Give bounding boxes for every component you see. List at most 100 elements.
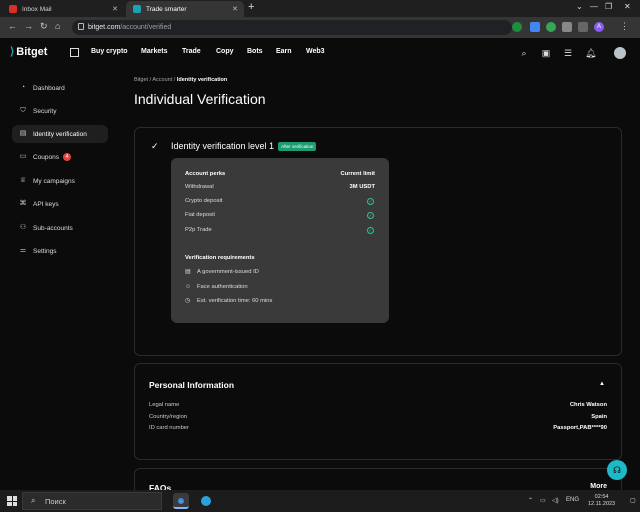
reload-icon[interactable]: ↻ xyxy=(40,21,48,32)
sidebar-item-label: Dashboard xyxy=(33,84,65,92)
language-indicator[interactable]: ENG xyxy=(566,497,579,503)
nav-trade[interactable]: Trade xyxy=(182,48,201,55)
orders-icon[interactable]: ☰ xyxy=(563,48,573,58)
sidebar-item-my-campaigns[interactable]: ♕ My campaigns xyxy=(12,172,108,190)
breadcrumb: Bitget / Account / Identity verification xyxy=(134,77,227,83)
id-number-value: Passport,PAB****90 xyxy=(553,425,607,431)
perk-withdrawal-label: Withdrawal xyxy=(185,184,214,190)
gmail-icon xyxy=(9,5,17,13)
close-window-button[interactable]: ✕ xyxy=(624,2,631,11)
grid-icon[interactable] xyxy=(70,48,79,57)
breadcrumb-separator: / xyxy=(173,77,176,83)
avatar[interactable] xyxy=(614,47,626,59)
person-icon: ☺ xyxy=(185,284,191,290)
address-bar-row: ← → ↻ ⌂ bitget.com/account/verified A ⋮ xyxy=(0,17,640,38)
profile-avatar[interactable]: A xyxy=(594,22,604,32)
sidebar-item-dashboard[interactable]: ◔ Dashboard xyxy=(12,79,108,97)
wallet-icon[interactable]: ▣ xyxy=(541,48,551,58)
sidebar-item-label: Security xyxy=(33,107,57,115)
support-chat-icon[interactable]: ☊ xyxy=(607,460,627,480)
level-title-text: Identity verification level 1 xyxy=(171,141,275,151)
sidebar-item-security[interactable]: ⛉ Security xyxy=(12,102,108,120)
volume-icon[interactable]: ◁) xyxy=(552,497,559,504)
check-circle-icon: ✓ xyxy=(367,212,374,219)
check-circle-icon: ✓ xyxy=(367,198,374,205)
nav-markets[interactable]: Markets xyxy=(141,48,167,55)
sidebar-item-label: My campaigns xyxy=(33,177,75,185)
country-value: Spain xyxy=(591,414,607,420)
close-icon[interactable]: ✕ xyxy=(112,5,118,13)
tab-inbox-mail[interactable]: Inbox Mail ✕ xyxy=(2,1,124,17)
breadcrumb-bitget[interactable]: Bitget xyxy=(134,77,148,83)
page-title: Individual Verification xyxy=(134,91,266,107)
bitget-favicon-icon xyxy=(133,5,141,13)
search-icon[interactable]: ⌕ xyxy=(519,48,529,58)
breadcrumb-current: Identity verification xyxy=(176,77,228,83)
clock[interactable]: 02:54 12.11.2023 xyxy=(588,494,615,508)
extension-icon[interactable] xyxy=(512,22,522,32)
close-icon[interactable]: ✕ xyxy=(232,5,238,13)
sidebar-item-identity-verification[interactable]: ▤ Identity verification xyxy=(12,125,108,143)
chrome-taskbar-icon[interactable] xyxy=(173,493,189,509)
lock-icon xyxy=(78,23,84,30)
extension-icon[interactable] xyxy=(546,22,556,32)
new-tab-button[interactable]: + xyxy=(248,1,254,13)
url-field[interactable]: bitget.com/account/verified xyxy=(72,20,512,35)
telegram-logo-icon xyxy=(201,496,211,506)
tab-title: Inbox Mail xyxy=(22,5,52,13)
coupons-count-badge: 4 xyxy=(63,153,72,161)
minimize-button[interactable]: — xyxy=(590,2,598,11)
nav-copy[interactable]: Copy xyxy=(216,48,234,55)
chevron-up-icon[interactable]: ⌃ xyxy=(528,497,533,504)
sidebar-item-api-keys[interactable]: ⌘ API keys xyxy=(12,195,108,213)
sidebar-item-label: Settings xyxy=(33,247,57,255)
restore-button[interactable]: ❐ xyxy=(605,2,612,11)
bitget-logo[interactable]: ⟩ Bitget xyxy=(10,45,48,59)
tab-title: Trade smarter xyxy=(146,5,187,13)
breadcrumb-separator: / xyxy=(149,77,152,83)
notification-icon[interactable]: ▢ xyxy=(630,497,636,504)
url-domain: bitget.com xyxy=(88,24,121,31)
back-icon[interactable]: ← xyxy=(8,21,17,31)
perk-p2p-trade-label: P2p Trade xyxy=(185,227,212,233)
network-icon[interactable]: ▭ xyxy=(540,497,546,504)
collapse-caret-icon[interactable]: ▲ xyxy=(599,381,605,387)
forward-icon[interactable]: → xyxy=(24,21,33,31)
search-icon: ⌕ xyxy=(31,496,36,505)
home-icon[interactable]: ⌂ xyxy=(55,21,60,31)
users-icon: ⚇ xyxy=(19,224,27,231)
taskbar-search[interactable]: ⌕ Поиск xyxy=(22,492,162,510)
clock-icon: ◷ xyxy=(185,298,191,304)
windows-start-icon[interactable] xyxy=(7,496,17,506)
sidepanel-icon[interactable] xyxy=(578,22,588,32)
url-path: /account/verified xyxy=(120,24,172,31)
chevron-down-icon[interactable]: ⌄ xyxy=(576,2,583,11)
tab-trade-smarter[interactable]: Trade smarter ✕ xyxy=(126,1,244,17)
personal-information-card: Personal Information ▲ Legal name Chris … xyxy=(134,363,622,460)
after-verification-badge: After verification xyxy=(278,141,317,151)
taskbar: ⌕ Поиск ⌃ ▭ ◁) ENG 02:54 12.11.2023 ▢ xyxy=(0,490,640,512)
req-government-id: A government-issued ID xyxy=(197,269,259,275)
translate-icon[interactable] xyxy=(530,22,540,32)
kebab-menu-icon[interactable]: ⋮ xyxy=(620,21,629,32)
breadcrumb-account[interactable]: Account xyxy=(152,77,172,83)
telegram-taskbar-icon[interactable] xyxy=(198,493,214,509)
legal-name-value: Chris Watson xyxy=(569,402,607,408)
faq-more-link[interactable]: More xyxy=(590,483,607,490)
bell-icon[interactable]: 🔔︎ xyxy=(585,48,596,58)
verification-level-title: Identity verification level 1 After veri… xyxy=(171,141,317,151)
nav-earn[interactable]: Earn xyxy=(276,48,292,55)
sliders-icon: ⚌ xyxy=(19,247,27,254)
sidebar-item-coupons[interactable]: ▭ Coupons 4 xyxy=(12,148,108,166)
puzzle-icon[interactable] xyxy=(562,22,572,32)
id-card-icon: ▤ xyxy=(19,130,27,137)
personal-info-title: Personal Information xyxy=(149,380,235,390)
sidebar-item-label: Sub-accounts xyxy=(33,224,73,232)
logo-text: Bitget xyxy=(16,45,48,58)
nav-bots[interactable]: Bots xyxy=(247,48,263,55)
nav-web3[interactable]: Web3 xyxy=(306,48,325,55)
sidebar-item-sub-accounts[interactable]: ⚇ Sub-accounts xyxy=(12,219,108,237)
nav-buy-crypto[interactable]: Buy crypto xyxy=(91,48,128,55)
requirements-title: Verification requirements xyxy=(185,255,255,261)
sidebar-item-settings[interactable]: ⚌ Settings xyxy=(12,242,108,260)
